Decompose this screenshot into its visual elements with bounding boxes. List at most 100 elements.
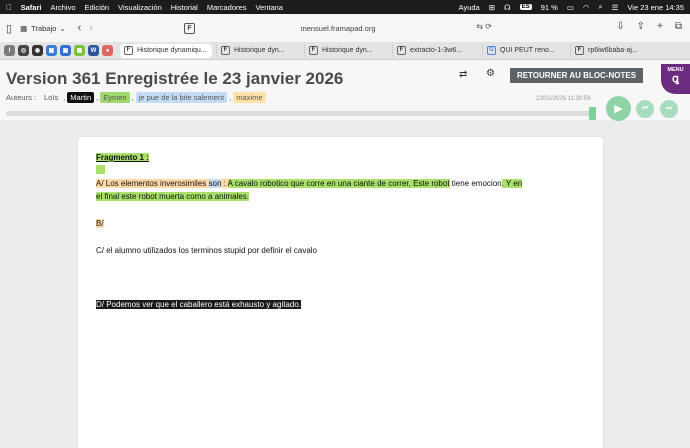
input-language-badge[interactable]: ES [519,4,532,10]
answer-c-text: C/ el alumno utilizados los terminos stu… [96,246,317,255]
pinned-tab[interactable]: ▣ [74,45,85,56]
tab-favicon-icon: F [309,46,318,55]
back-icon[interactable]: ‹ [78,22,82,34]
tab-extracto[interactable]: F extracto-1-3w6... [392,43,478,58]
empty-highlighted-line [96,165,105,177]
timeslider-handle[interactable] [589,107,596,120]
menu-ayuda[interactable]: Ayuda [459,3,480,12]
battery-percent: 91 % [540,2,558,12]
tab-historique-3[interactable]: F Historique dyn... [304,43,388,58]
tab-group-icon: ▦ [20,23,28,33]
tab-favicon-icon: F [221,46,230,55]
pinned-tab[interactable]: ◉ [32,45,43,56]
forward-icon[interactable]: › [89,22,93,34]
author-je-pue: je pue de la bite salement [135,92,228,103]
headphones-icon[interactable]: ☊ [504,3,511,12]
timeslider-header: Version 361 Enregistrée le 23 janvier 20… [0,60,690,121]
sidebar-toggle-icon[interactable]: ▯ [6,22,12,35]
control-center-icon[interactable]: ☰ [612,3,619,12]
next-revision-button[interactable]: ⏭ [660,100,678,118]
tab-label: Historique dyn... [322,47,373,54]
framapad-page: Version 361 Enregistrée le 23 janvier 20… [0,60,690,448]
grid-icon[interactable]: ⊞ [489,3,495,12]
answer-a-line-2: el final este robot muerta como a animal… [96,191,249,202]
menu-historial[interactable]: Historial [171,3,198,12]
pinned-tab[interactable]: ● [102,45,113,56]
pinned-tab[interactable]: I [4,45,15,56]
menu-button[interactable]: MENU ꝗ [661,64,690,94]
framasoft-logo-icon: ꝗ [672,73,679,85]
swap-icon[interactable]: ⇄ [459,69,467,80]
fragment-title-text: Fragmento 1 : [96,153,149,162]
back-to-pad-button[interactable]: RETOURNER AU BLOC-NOTES [510,68,643,83]
menu-ventana[interactable]: Ventana [255,3,283,12]
battery-icon[interactable]: ▭ [567,3,574,12]
macos-menu-bar:  Safari Archivo Edición Visualización H… [0,0,690,14]
tab-label: rp6iw6baba-aj... [588,47,638,54]
answer-b-text: B/ [96,219,104,228]
tab-favicon-icon: F [124,46,133,55]
play-button[interactable]: ▶ [606,96,631,121]
tab-favicon-icon: F [575,46,584,55]
author-eymen: Eymen [100,92,130,103]
document-body[interactable]: Fragmento 1 : A/ Los elementos inverosim… [78,137,603,448]
tab-bar: I ◎ ◉ ▣ ▣ ▣ W ● F Historique dynamiqu...… [0,42,690,60]
framapad-favicon-icon: F [184,23,195,34]
menu-safari[interactable]: Safari [21,3,42,12]
menu-visualizacion[interactable]: Visualización [118,3,162,12]
menu-marcadores[interactable]: Marcadores [207,3,247,12]
previous-revision-button[interactable]: ⏮ [636,100,654,118]
tab-overview-icon[interactable]: ⧉ [675,21,682,32]
timeslider-track[interactable] [6,111,596,116]
version-date: 23/01/2026 11:30:59 [536,96,591,102]
answer-d-text: D/ Podemos ver que el caballero está exh… [96,300,302,309]
answer-a-part: : [221,179,228,188]
play-icon: ▶ [614,103,623,115]
answer-a-line-1: A/ Los elementos inverosimiles son : A c… [96,178,523,189]
url-text: mensuel.framapad.org [300,23,376,33]
skip-back-icon: ⏮ [641,105,649,112]
tab-label: Historique dyn... [234,47,285,54]
safari-toolbar: ▯ ▦ Trabajo ⌄ ‹ › F mensuel.framapad.org… [0,14,690,42]
pinned-tab[interactable]: ◎ [18,45,29,56]
menubar-clock[interactable]: Vie 23 ene 14:35 [627,3,684,12]
share-icon[interactable]: ⇪ [637,21,645,32]
address-bar[interactable]: F mensuel.framapad.org ⇆ ⟳ [178,18,498,38]
translate-icon[interactable]: ⇆ ⟳ [476,22,492,31]
menu-archivo[interactable]: Archivo [50,3,75,12]
tab-rp6iw6baba[interactable]: F rp6iw6baba-aj... [570,43,642,58]
pinned-tab[interactable]: ▣ [60,45,71,56]
pinned-tab[interactable]: W [88,45,99,56]
gear-icon[interactable]: ⚙ [486,68,495,79]
answer-a-part: . Y en [501,179,523,188]
tab-google-search[interactable]: G QUI PEUT reno... [482,43,566,58]
pinned-tab[interactable]: ▣ [46,45,57,56]
apple-icon[interactable]:  [6,3,12,12]
new-tab-icon[interactable]: + [657,21,663,32]
tab-label: QUI PEUT reno... [500,47,555,54]
skip-forward-icon: ⏭ [665,105,673,112]
wifi-icon[interactable]: ◠ [583,3,590,12]
tab-group-label: Trabajo [31,23,57,33]
tab-label: Historique dynamiqu... [137,47,207,54]
answer-a-part: A/ Los elementos inverosimiles [96,179,209,188]
tab-label: extracto-1-3w6... [410,47,463,54]
tab-favicon-icon: F [397,46,406,55]
tab-historique-2[interactable]: F Historique dyn... [216,43,300,58]
download-icon[interactable]: ⇩ [616,21,624,32]
answer-c: C/ el alumno utilizados los terminos stu… [96,245,317,256]
menu-edicion[interactable]: Edición [85,3,110,12]
author-lois: Loïs [44,93,59,102]
search-icon[interactable]: ⌕ [598,2,602,12]
author-martin: Martin [67,92,95,103]
answer-a-part: A cavalo robotico que corre en una ciant… [227,179,450,188]
tab-group-selector[interactable]: ▦ Trabajo ⌄ [20,24,66,33]
chevron-down-icon: ⌄ [59,23,66,33]
answer-a-part: son [208,179,222,188]
answer-b: B/ [96,218,104,229]
author-maxime: maxime [233,92,266,103]
authors-label: Auteurs : [6,93,37,102]
answer-a-part: tiene emocion [449,179,502,188]
google-icon: G [487,46,496,55]
tab-historique-1[interactable]: F Historique dynamiqu... [120,43,212,58]
